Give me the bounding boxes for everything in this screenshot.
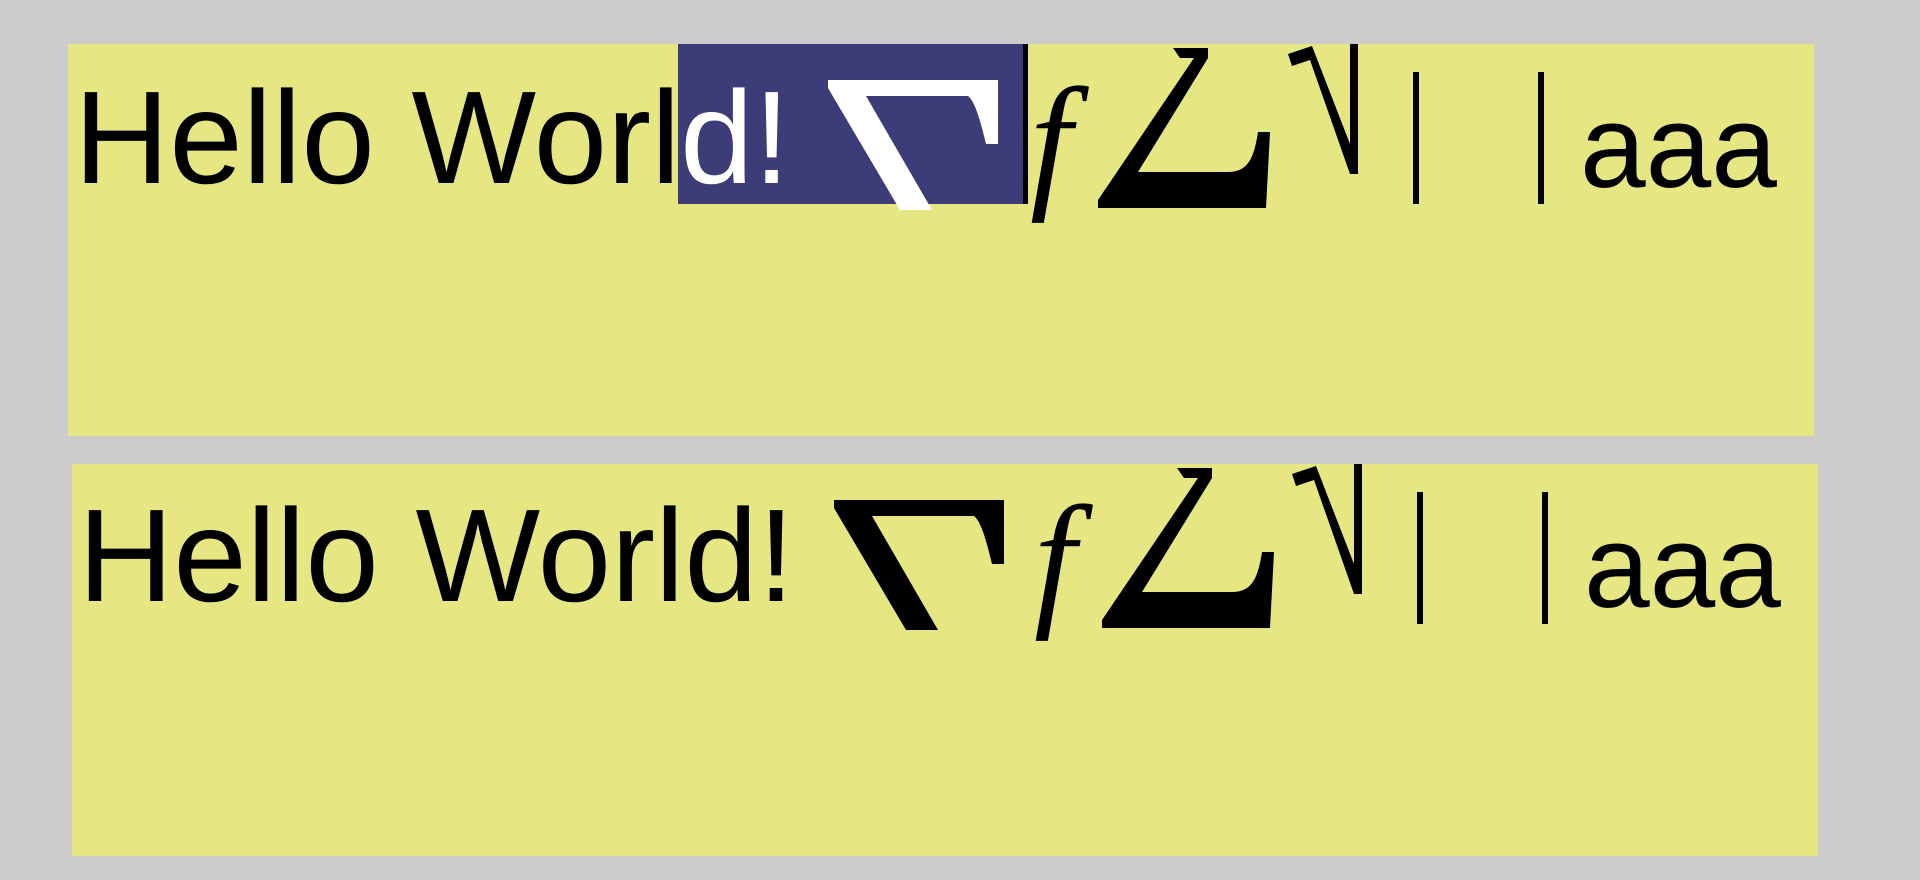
text-box-bottom[interactable]: Hello World! f aaa (72, 464, 1818, 856)
vertical-bar-left (1417, 492, 1423, 624)
text-hello-world: Hello World! (78, 482, 795, 629)
selected-text: d! (680, 64, 791, 211)
vertical-bar-right (1538, 72, 1544, 204)
italic-f-glyph: f (1034, 476, 1076, 642)
vertical-bar-left (1413, 72, 1419, 204)
text-aaa: aaa (1584, 501, 1781, 633)
radical-symbol-selected (828, 80, 998, 210)
summation-symbol (1102, 468, 1274, 628)
text-line-bottom: Hello World! f aaa (72, 464, 1818, 664)
text-box-top[interactable]: Hello Worl d! f aaa (68, 44, 1814, 436)
vertical-bar-right (1542, 492, 1548, 624)
summation-symbol (1098, 48, 1270, 208)
text-line-top: Hello Worl d! f aaa (68, 44, 1814, 244)
radical-symbol (834, 500, 1004, 630)
italic-f-glyph: f (1030, 58, 1072, 224)
text-aaa: aaa (1580, 81, 1777, 213)
text-hello-world-partial: Hello Worl (74, 64, 681, 211)
root-tick-symbol (1288, 44, 1358, 174)
text-caret (1023, 44, 1028, 204)
root-tick-symbol (1292, 464, 1362, 594)
